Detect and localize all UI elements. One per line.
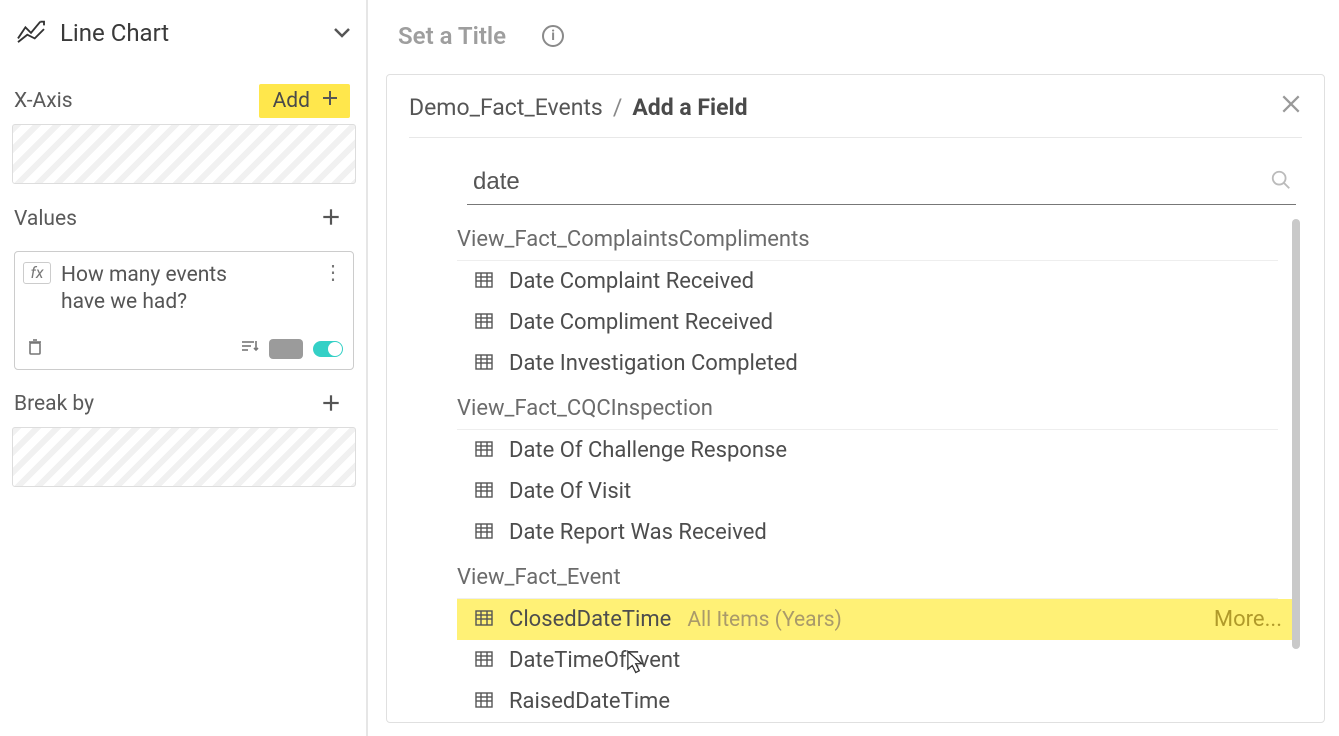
result-item[interactable]: DateTimeOfEvent: [457, 640, 1294, 681]
add-field-panel: Demo_Fact_Events / Add a Field: [386, 74, 1325, 723]
crumb-separator: /: [613, 94, 623, 121]
result-item[interactable]: Date Investigation Completed: [457, 343, 1294, 384]
add-breakby-button[interactable]: [312, 388, 350, 421]
info-icon[interactable]: i: [542, 25, 564, 47]
table-field-icon: [475, 310, 493, 335]
value-item-text: How many events have we had?: [61, 262, 271, 317]
result-item-label: Date Compliment Received: [509, 310, 773, 335]
search-results: View_Fact_ComplaintsCompliments Date Comp…: [457, 215, 1302, 722]
search-input[interactable]: [471, 164, 1270, 200]
result-item[interactable]: ClosedDateTime All Items (Years) More...: [457, 599, 1294, 640]
canvas-area: Set a Title i Demo_Fact_Events / Add a F…: [368, 0, 1339, 736]
breakby-dropzone[interactable]: [12, 427, 356, 487]
line-chart-icon: [16, 18, 46, 48]
result-item[interactable]: Date Compliment Received: [457, 302, 1294, 343]
result-item-label: Date Report Was Received: [509, 520, 767, 545]
add-value-button[interactable]: [312, 202, 350, 235]
table-field-icon: [475, 607, 493, 632]
result-item[interactable]: Date Report Was Received: [457, 512, 1294, 553]
series-color-swatch[interactable]: [269, 339, 303, 359]
table-field-icon: [475, 351, 493, 376]
result-item[interactable]: RaisedDateTime: [457, 681, 1294, 722]
series-toggle[interactable]: [313, 341, 343, 357]
table-field-icon: [475, 648, 493, 673]
fx-icon: fx: [23, 262, 51, 284]
table-field-icon: [475, 438, 493, 463]
table-field-icon: [475, 479, 493, 504]
result-item-label: DateTimeOfEvent: [509, 648, 680, 673]
more-link[interactable]: More...: [1214, 607, 1282, 632]
delete-icon[interactable]: [25, 337, 45, 361]
values-title: Values: [14, 207, 77, 231]
chart-title-input[interactable]: Set a Title: [398, 22, 506, 50]
result-item-label: Date Complaint Received: [509, 269, 754, 294]
result-item-label: Date Of Visit: [509, 479, 631, 504]
result-item[interactable]: Date Of Challenge Response: [457, 430, 1294, 471]
sort-icon[interactable]: [239, 337, 259, 361]
result-item-label: RaisedDateTime: [509, 689, 670, 714]
result-item[interactable]: Date Complaint Received: [457, 261, 1294, 302]
breadcrumb: Demo_Fact_Events / Add a Field: [409, 93, 1302, 138]
value-item-menu-icon[interactable]: ⋮: [323, 262, 343, 317]
crumb-leaf: Add a Field: [632, 94, 747, 121]
field-search[interactable]: [467, 160, 1296, 205]
result-item-meta: All Items (Years): [687, 608, 842, 632]
add-xaxis-button[interactable]: Add: [259, 84, 350, 118]
result-item[interactable]: Date Of Visit: [457, 471, 1294, 512]
breakby-title: Break by: [14, 392, 94, 416]
table-field-icon: [475, 689, 493, 714]
result-group-title: View_Fact_Event: [457, 553, 1278, 599]
scrollbar[interactable]: [1292, 219, 1300, 649]
result-group-title: View_Fact_CQCInspection: [457, 384, 1278, 430]
chevron-down-icon: [332, 24, 352, 43]
result-group-title: View_Fact_ComplaintsCompliments: [457, 215, 1278, 261]
result-item-label: ClosedDateTime: [509, 607, 671, 632]
breakby-section: Break by: [12, 388, 356, 487]
result-item-label: Date Of Challenge Response: [509, 438, 787, 463]
xaxis-dropzone[interactable]: [12, 124, 356, 184]
add-label: Add: [273, 89, 310, 113]
close-icon[interactable]: [1280, 93, 1302, 121]
crumb-root[interactable]: Demo_Fact_Events: [409, 94, 603, 121]
value-item-card[interactable]: fx How many events have we had? ⋮: [14, 251, 354, 370]
search-icon: [1270, 169, 1292, 195]
config-sidebar: Line Chart X-Axis Add: [0, 0, 368, 736]
xaxis-title: X-Axis: [14, 89, 73, 113]
xaxis-section: X-Axis Add: [12, 84, 356, 184]
chart-type-selector[interactable]: Line Chart: [12, 12, 356, 66]
values-section: Values fx How many events have we had? ⋮: [12, 202, 356, 370]
result-item-label: Date Investigation Completed: [509, 351, 798, 376]
chart-type-label: Line Chart: [60, 19, 318, 47]
table-field-icon: [475, 269, 493, 294]
plus-icon: [320, 88, 340, 114]
table-field-icon: [475, 520, 493, 545]
